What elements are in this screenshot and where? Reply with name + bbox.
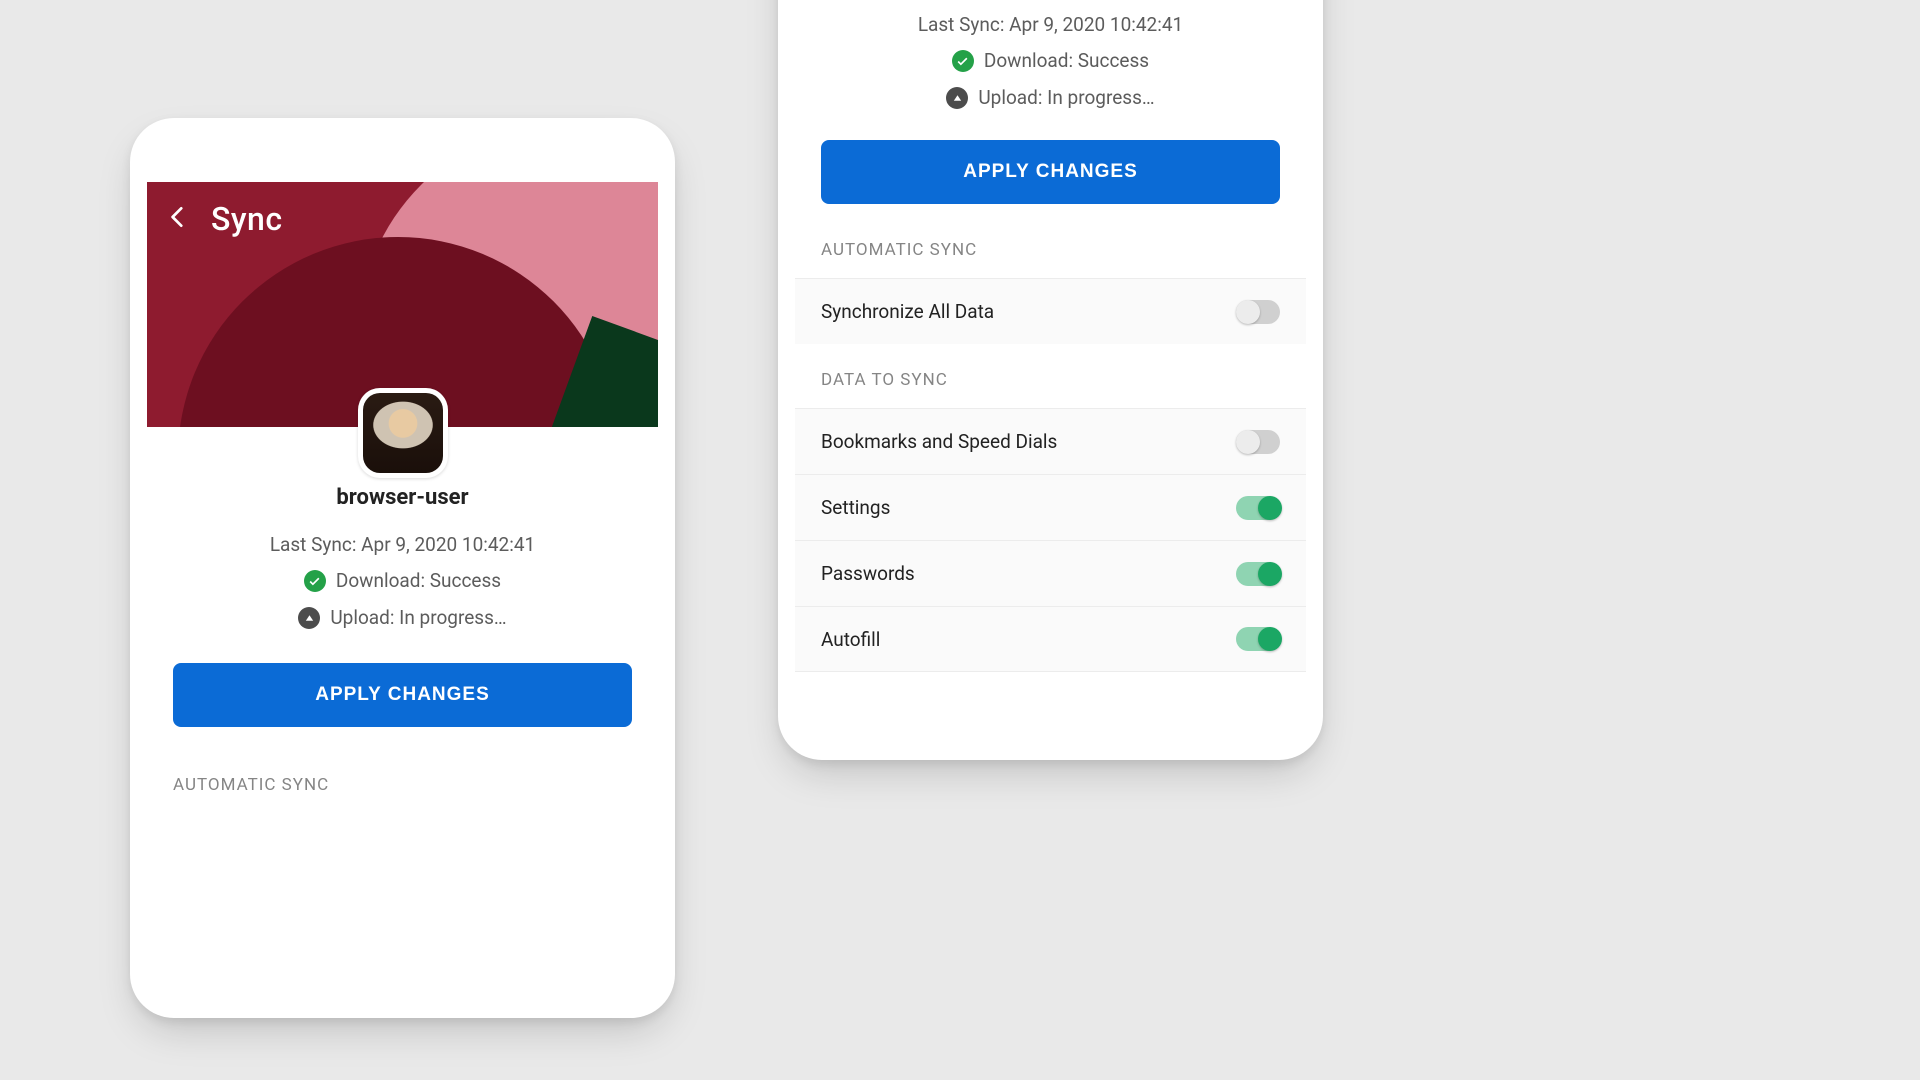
toggle-switch[interactable] (1236, 496, 1280, 520)
toggle-row-passwords[interactable]: Passwords (795, 540, 1306, 606)
apply-changes-button[interactable]: APPLY CHANGES (821, 140, 1280, 204)
download-status-label: Download: Success (984, 43, 1149, 79)
section-header-automatic-sync: AUTOMATIC SYNC (795, 240, 1306, 278)
phone-frame-left: Sync browser-user Last Sync: Apr 9, 2020… (130, 118, 675, 1018)
toggle-label: Autofill (821, 628, 880, 651)
section-header-data-to-sync: DATA TO SYNC (795, 344, 1306, 408)
check-circle-icon (952, 50, 974, 72)
check-circle-icon (304, 570, 326, 592)
toggle-row-bookmarks[interactable]: Bookmarks and Speed Dials (795, 408, 1306, 474)
toggle-row-sync-all[interactable]: Synchronize All Data (795, 278, 1306, 344)
last-sync-label: Last Sync: Apr 9, 2020 10:42:41 (795, 7, 1306, 43)
download-status-label: Download: Success (336, 563, 501, 599)
upload-status-label: Upload: In progress… (978, 80, 1154, 116)
back-button[interactable] (165, 204, 191, 234)
toggle-row-settings[interactable]: Settings (795, 474, 1306, 540)
sync-status-block: Last Sync: Apr 9, 2020 10:42:41 Download… (795, 0, 1306, 116)
phone-frame-right: Last Sync: Apr 9, 2020 10:42:41 Download… (778, 0, 1323, 760)
last-sync-label: Last Sync: Apr 9, 2020 10:42:41 (147, 527, 658, 563)
toggle-label: Settings (821, 496, 890, 519)
sync-status-block: Last Sync: Apr 9, 2020 10:42:41 Download… (147, 527, 658, 636)
upload-circle-icon (298, 607, 320, 629)
user-avatar[interactable] (358, 388, 448, 478)
page-title: Sync (211, 200, 283, 238)
upload-status-label: Upload: In progress… (330, 600, 506, 636)
toggle-switch[interactable] (1236, 627, 1280, 651)
toggle-switch[interactable] (1236, 300, 1280, 324)
toggle-label: Bookmarks and Speed Dials (821, 430, 1057, 453)
toggle-switch[interactable] (1236, 562, 1280, 586)
toggle-switch[interactable] (1236, 430, 1280, 454)
phone-screen-right: Last Sync: Apr 9, 2020 10:42:41 Download… (795, 0, 1306, 743)
apply-changes-button[interactable]: APPLY CHANGES (173, 663, 632, 727)
toggle-row-autofill[interactable]: Autofill (795, 606, 1306, 672)
username-label: browser-user (147, 485, 658, 510)
section-header-automatic-sync: AUTOMATIC SYNC (173, 775, 632, 795)
upload-circle-icon (946, 87, 968, 109)
toggle-label: Synchronize All Data (821, 300, 994, 323)
toggle-label: Passwords (821, 562, 915, 585)
phone-screen-left: Sync browser-user Last Sync: Apr 9, 2020… (147, 135, 658, 1001)
